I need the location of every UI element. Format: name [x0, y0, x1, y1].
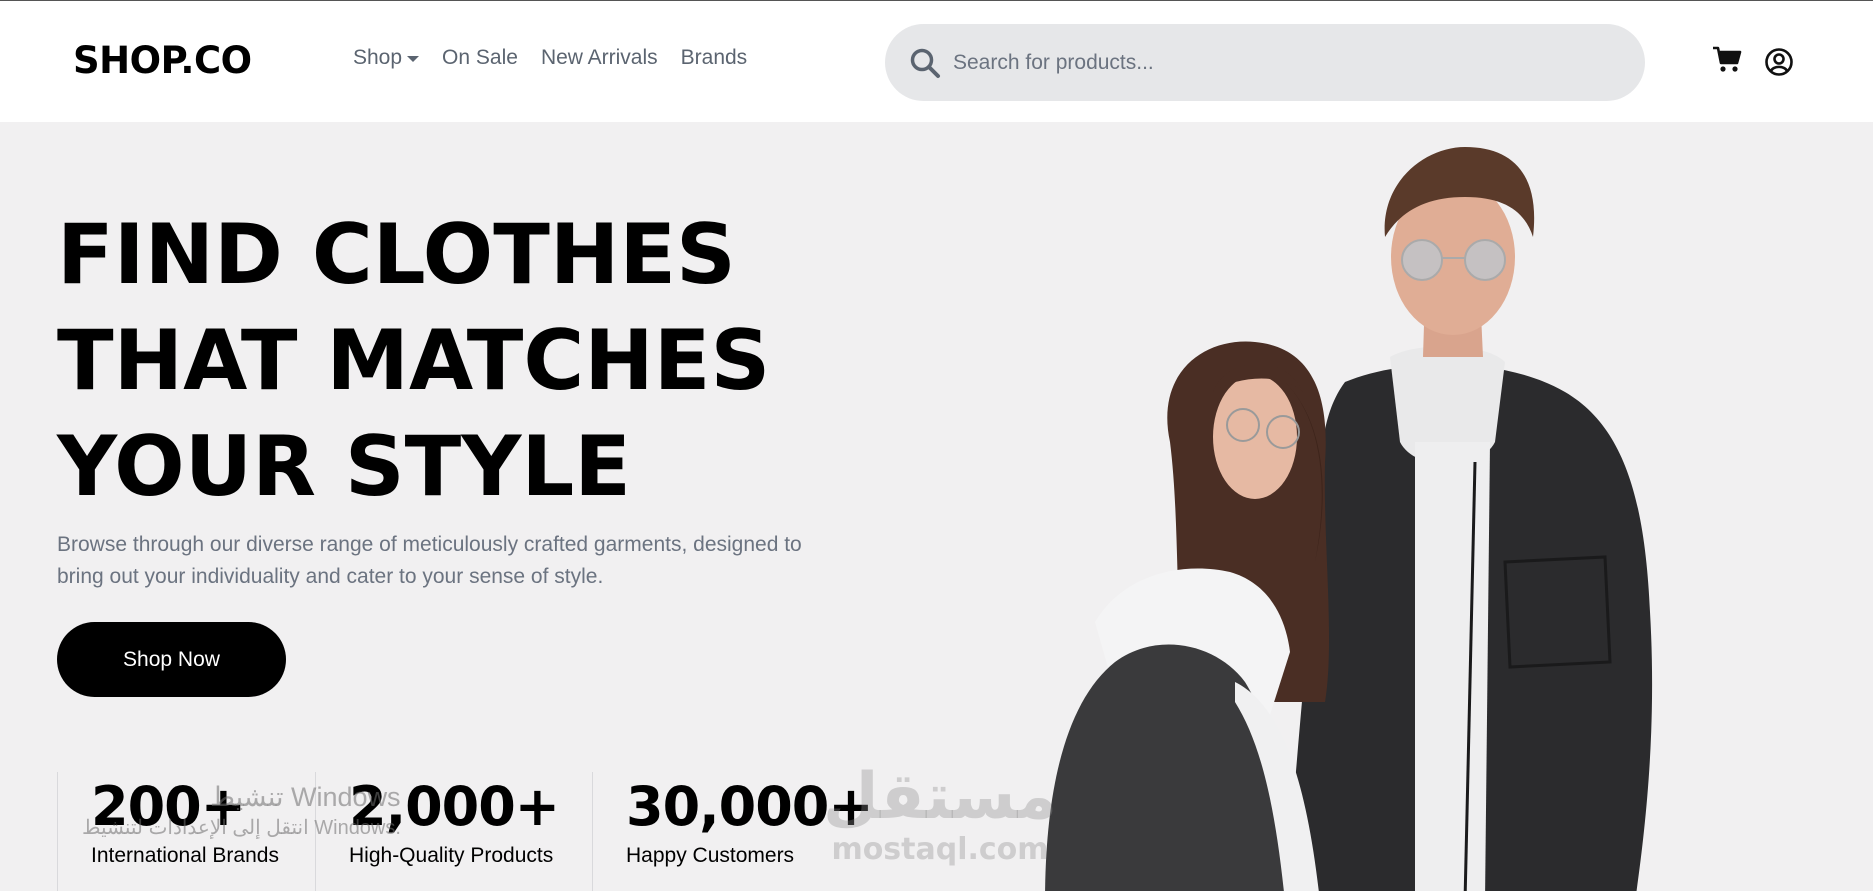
- man-figure: [1285, 147, 1653, 891]
- stat-value: 30,000+: [626, 775, 874, 838]
- nav-item-shop[interactable]: Shop: [353, 46, 420, 70]
- hero-models-image: [1045, 147, 1653, 891]
- hero-section: FIND CLOTHES THAT MATCHES YOUR STYLE Bro…: [0, 122, 1873, 891]
- search-bar: [885, 24, 1645, 101]
- nav-item-label: Shop: [353, 46, 403, 69]
- stat-label: International Brands: [91, 844, 279, 867]
- hero-description: Browse through our diverse range of meti…: [57, 533, 802, 588]
- stat-label: High-Quality Products: [349, 844, 554, 867]
- hero-title-line: FIND CLOTHES: [57, 206, 736, 303]
- stat-item: 2,000+ High-Quality Products: [315, 772, 592, 891]
- user-circle-icon[interactable]: [1764, 47, 1794, 77]
- hero-title-line: YOUR STYLE: [57, 418, 631, 515]
- stat-item: 200+ International Brands: [57, 772, 315, 891]
- search-icon[interactable]: [909, 47, 941, 79]
- nav-item-brands[interactable]: Brands: [681, 46, 748, 70]
- main-nav: Shop On Sale New Arrivals Brands: [353, 46, 747, 70]
- woman-figure: [1045, 341, 1330, 891]
- search-input[interactable]: [953, 50, 1553, 75]
- stats-row: 200+ International Brands 2,000+ High-Qu…: [57, 772, 874, 891]
- site-logo[interactable]: SHOP.CO: [73, 39, 252, 82]
- hero-title-line: THAT MATCHES: [57, 312, 771, 409]
- cart-icon[interactable]: [1712, 46, 1742, 74]
- stat-value: 2,000+: [349, 775, 560, 838]
- stat-label: Happy Customers: [626, 844, 795, 867]
- site-header: SHOP.CO Shop On Sale New Arrivals Brands: [0, 1, 1873, 122]
- shop-now-button[interactable]: Shop Now: [57, 622, 286, 697]
- chevron-down-icon: [407, 56, 420, 62]
- nav-item-new-arrivals[interactable]: New Arrivals: [541, 46, 658, 70]
- hero-title: FIND CLOTHES THAT MATCHES YOUR STYLE: [57, 202, 857, 520]
- nav-item-on-sale[interactable]: On Sale: [442, 46, 518, 70]
- stat-item: 30,000+ Happy Customers: [592, 772, 874, 891]
- stat-value: 200+: [91, 775, 246, 838]
